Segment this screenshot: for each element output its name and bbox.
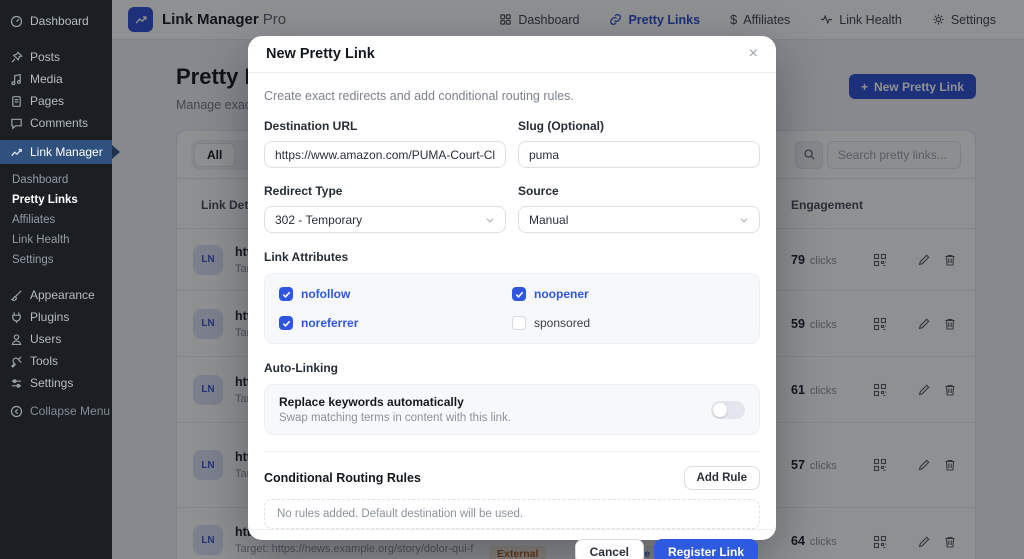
routing-rules-header: Conditional Routing Rules Add Rule (264, 451, 760, 490)
sidebar-item-comments[interactable]: Comments (0, 112, 112, 134)
brush-icon (10, 289, 22, 301)
checkbox-label: noreferrer (301, 316, 359, 330)
sidebar-item-label: Appearance (30, 288, 95, 302)
auto-linking-box: Replace keywords automatically Swap matc… (264, 384, 760, 435)
wrench-icon (11, 355, 22, 368)
close-icon[interactable]: × (749, 46, 758, 62)
sidebar-item-label: Comments (30, 116, 89, 130)
admin-sidebar: Dashboard Posts Media Pages Comments Lin… (0, 0, 112, 559)
sidebar-item-label: Media (30, 72, 63, 86)
sidebar-item-appearance[interactable]: Appearance (0, 284, 112, 306)
sidebar-item-pages[interactable]: Pages (0, 90, 112, 112)
source-label: Source (518, 184, 559, 198)
chevron-down-icon (486, 217, 494, 223)
sidebar-item-label: Posts (30, 50, 61, 64)
sidebar-item-label: Collapse Menu (30, 404, 111, 418)
auto-linking-title: Replace keywords automatically (279, 395, 464, 409)
modal-title: New Pretty Link (266, 46, 375, 62)
sidebar-sub-link-health[interactable]: Link Health (0, 230, 112, 250)
note-icon (11, 73, 21, 85)
redirect-type-label: Redirect Type (264, 184, 343, 198)
cancel-button[interactable]: Cancel (574, 539, 644, 559)
checkbox-label: noopener (534, 287, 589, 301)
link-attributes-box: nofollow noopener noreferrer sponsored (264, 273, 760, 344)
redirect-type-value: 302 - Temporary (275, 212, 363, 227)
checkbox-checked-icon (279, 316, 293, 330)
source-value: Manual (529, 212, 569, 227)
sidebar-item-media[interactable]: Media (0, 68, 112, 90)
sidebar-sub-affiliates[interactable]: Affiliates (0, 210, 112, 230)
sidebar-item-users[interactable]: Users (0, 328, 112, 350)
checkbox-checked-icon (512, 287, 526, 301)
sidebar-item-link-manager[interactable]: Link Manager (0, 140, 112, 164)
sidebar-item-plugins[interactable]: Plugins (0, 306, 112, 328)
slug-label: Slug (Optional) (518, 119, 604, 133)
modal-body: Create exact redirects and add condition… (248, 73, 776, 529)
sidebar-item-label: Plugins (30, 310, 70, 324)
sidebar-item-label: Settings (30, 376, 74, 390)
checkbox-noopener[interactable]: noopener (512, 287, 745, 301)
sidebar-item-collapse-menu[interactable]: Collapse Menu (0, 400, 112, 422)
checkbox-unchecked-icon (512, 316, 526, 330)
toggle-knob (713, 402, 727, 417)
rules-empty-state: No rules added. Default destination will… (264, 499, 760, 529)
checkbox-checked-icon (279, 287, 293, 301)
sliders-icon (11, 378, 22, 388)
collapse-icon (10, 405, 23, 417)
link-attributes-label: Link Attributes (264, 250, 349, 264)
modal-description: Create exact redirects and add condition… (264, 89, 574, 103)
checkbox-label: sponsored (534, 316, 591, 330)
sidebar-item-label: Link Manager (30, 145, 103, 159)
source-select[interactable]: Manual (518, 206, 760, 233)
register-link-button[interactable]: Register Link (653, 539, 758, 559)
auto-linking-subtitle: Swap matching terms in content with this… (279, 412, 512, 424)
user-icon (11, 333, 22, 345)
chart-icon (11, 148, 22, 156)
sidebar-sub-dashboard[interactable]: Dashboard (0, 170, 112, 190)
sidebar-item-label: Tools (30, 354, 59, 368)
checkbox-label: nofollow (301, 287, 351, 301)
comment-icon (11, 118, 22, 130)
sidebar-item-dashboard[interactable]: Dashboard (0, 10, 112, 32)
app-window: Dashboard Posts Media Pages Comments Lin… (0, 0, 1024, 559)
sidebar-item-settings[interactable]: Settings (0, 372, 112, 394)
sidebar-sub-settings[interactable]: Settings (0, 250, 112, 270)
routing-rules-label: Conditional Routing Rules (264, 471, 421, 485)
sidebar-sub-pretty-links[interactable]: Pretty Links (0, 190, 112, 210)
sidebar-item-label: Users (30, 332, 62, 346)
checkbox-sponsored[interactable]: sponsored (512, 316, 745, 330)
plug-icon (12, 311, 21, 323)
pin-icon (11, 50, 23, 63)
chevron-down-icon (740, 217, 748, 223)
modal-header: New Pretty Link × (248, 36, 776, 73)
auto-linking-label: Auto-Linking (264, 361, 338, 375)
sidebar-item-label: Pages (30, 94, 65, 108)
pages-icon (12, 95, 21, 107)
add-rule-button[interactable]: Add Rule (683, 466, 760, 490)
slug-field[interactable] (518, 141, 760, 168)
gauge-icon (10, 15, 23, 27)
checkbox-nofollow[interactable]: nofollow (279, 287, 512, 301)
checkbox-noreferrer[interactable]: noreferrer (279, 316, 512, 330)
destination-url-field[interactable] (264, 141, 506, 168)
sidebar-item-label: Dashboard (30, 14, 89, 28)
destination-url-label: Destination URL (264, 119, 358, 133)
auto-linking-toggle[interactable] (711, 400, 745, 419)
new-pretty-link-modal: New Pretty Link × Create exact redirects… (248, 36, 776, 559)
sidebar-item-posts[interactable]: Posts (0, 46, 112, 68)
sidebar-item-tools[interactable]: Tools (0, 350, 112, 372)
modal-footer: Cancel Register Link (248, 529, 776, 559)
redirect-type-select[interactable]: 302 - Temporary (264, 206, 506, 233)
